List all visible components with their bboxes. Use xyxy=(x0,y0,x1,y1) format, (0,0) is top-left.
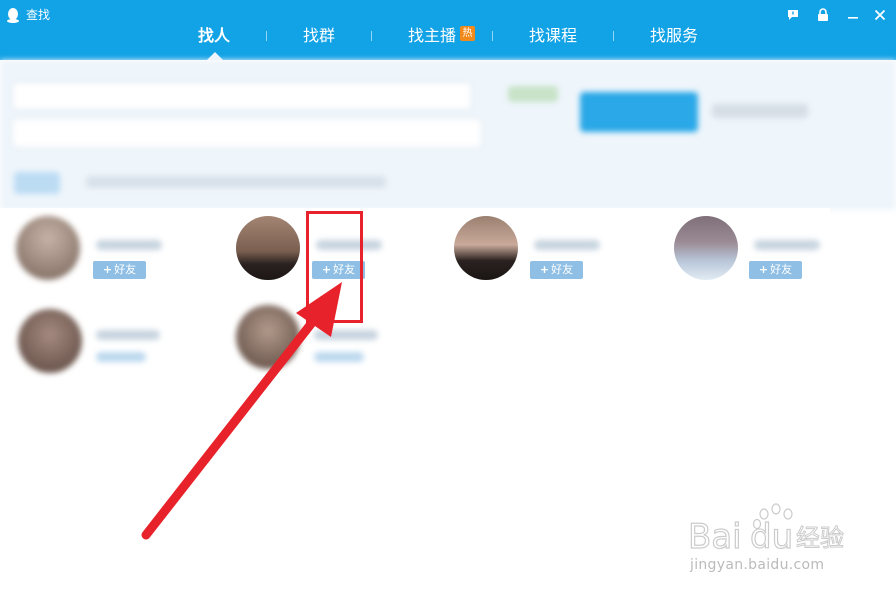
nickname xyxy=(96,240,162,250)
watermark-url: jingyan.baidu.com xyxy=(690,557,825,573)
avatar[interactable] xyxy=(236,305,300,369)
search-filter-panel xyxy=(0,60,896,210)
add-friend-button[interactable]: + 好友 xyxy=(93,261,146,279)
tab-find-streamers[interactable]: 找主播 xyxy=(408,25,456,47)
lock-icon[interactable] xyxy=(814,6,832,24)
filter-chip[interactable] xyxy=(508,86,558,102)
filter-tag-active[interactable] xyxy=(14,172,60,194)
tab-divider xyxy=(492,31,493,41)
nickname xyxy=(314,330,378,340)
nickname xyxy=(534,240,600,250)
add-friend-button[interactable]: + 好友 xyxy=(530,261,583,279)
avatar[interactable] xyxy=(674,216,738,280)
svg-text:Bai: Bai xyxy=(688,517,742,557)
highlight-box xyxy=(306,211,363,323)
close-icon[interactable] xyxy=(871,6,889,24)
search-button[interactable] xyxy=(580,92,698,132)
add-friend-button[interactable]: + 好友 xyxy=(749,261,802,279)
add-friend-button[interactable] xyxy=(96,352,146,362)
avatar[interactable] xyxy=(454,216,518,280)
title-bar: 查找 找人 找群 找主播 热 找课程 找服务 xyxy=(0,0,896,60)
avatar[interactable] xyxy=(236,216,300,280)
tab-bar: 找人 找群 找主播 热 找课程 找服务 xyxy=(0,0,896,60)
avatar[interactable] xyxy=(18,309,82,373)
active-tab-pointer xyxy=(207,52,223,60)
tab-divider xyxy=(266,31,267,41)
svg-text:经验: 经验 xyxy=(796,524,844,552)
tab-find-groups[interactable]: 找群 xyxy=(303,25,335,47)
tab-divider xyxy=(613,31,614,41)
feedback-icon[interactable] xyxy=(784,6,802,24)
svg-text:du: du xyxy=(750,517,793,557)
avatar[interactable] xyxy=(16,216,80,280)
tab-divider xyxy=(371,31,372,41)
tab-find-courses[interactable]: 找课程 xyxy=(529,25,577,47)
nickname xyxy=(754,240,820,250)
filter-row[interactable] xyxy=(12,118,482,148)
filter-tags[interactable] xyxy=(86,176,386,188)
advanced-filter-link[interactable] xyxy=(712,104,808,118)
tab-find-people[interactable]: 找人 xyxy=(198,25,230,47)
add-friend-button[interactable] xyxy=(314,352,364,362)
nickname xyxy=(96,330,160,340)
minimize-icon[interactable] xyxy=(844,6,862,24)
search-input[interactable] xyxy=(12,82,472,110)
hot-badge: 热 xyxy=(460,26,475,41)
tab-find-services[interactable]: 找服务 xyxy=(650,25,698,47)
